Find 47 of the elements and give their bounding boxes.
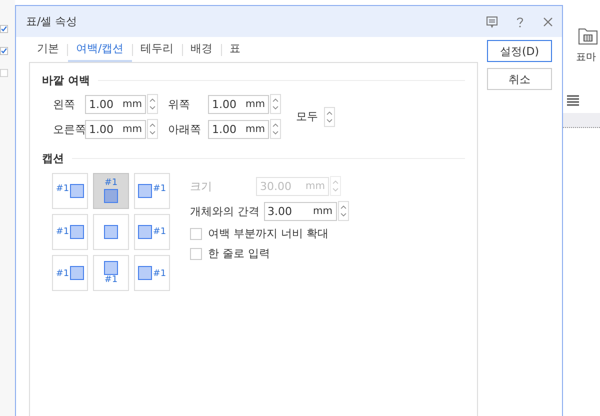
input-field[interactable]: 1.00 mm [208,120,269,138]
input-field[interactable]: 1.00 mm [85,94,146,114]
comment-icon[interactable] [486,16,498,28]
caption-position-option[interactable]: #1 [52,255,88,291]
input-field[interactable]: 3.00 mm [264,202,336,220]
lines-icon[interactable] [567,95,579,107]
window-title: 표/셀 속성 [26,14,78,29]
ribbon-label[interactable]: 표마 [576,50,596,64]
spinner-icon[interactable] [270,94,281,114]
field-label: 크기 [190,178,213,194]
caption-position-option[interactable]: #1 [52,173,88,209]
tab[interactable]: 테두리 [132,37,182,62]
spinner-icon[interactable] [338,201,348,221]
caption-position-option[interactable]: #1 [93,255,129,291]
caption-position-option[interactable]: #1 [134,173,170,209]
spinner-icon[interactable] [270,119,281,139]
checkbox-label: 여백 부분까지 너비 확대 [208,226,328,241]
field-label: 개체와의 간격 [190,204,260,218]
section-heading: 바깥 여백 [42,73,90,88]
spinner-icon[interactable] [324,106,335,126]
field-label: 오른쪽 [53,122,85,136]
caption-position-option[interactable]: #1 [52,214,88,250]
tab[interactable]: 기본 [29,37,67,62]
checkbox-label: 한 줄로 입력 [208,246,270,261]
spinner-icon[interactable] [147,94,158,114]
ruler [563,113,600,128]
tab[interactable]: 표 [222,37,249,62]
table-folder-icon[interactable] [578,27,598,45]
caption-position-option[interactable]: #1 [134,214,170,250]
spinner-icon[interactable] [147,119,158,139]
caption-position-option[interactable] [93,214,129,250]
caption-position-option[interactable]: #1 [134,255,170,291]
dialog-button[interactable]: 취소 [487,68,552,90]
tab[interactable]: 여백/캡션 [68,37,132,62]
checkbox[interactable] [190,248,202,260]
field-label: 모두 [296,109,318,124]
field-label: 위쪽 [168,96,191,112]
dialog-button[interactable]: 설정(D) [487,40,552,62]
checkbox[interactable] [190,228,202,240]
tab[interactable]: 배경 [182,37,221,62]
input-field[interactable]: 1.00 mm [208,94,269,114]
section-heading: 캡션 [42,151,64,166]
field-label: 왼쪽 [53,96,76,112]
help-icon[interactable] [514,16,526,28]
input-field[interactable]: 1.00 mm [85,120,146,138]
field-label: 아래쪽 [168,122,202,136]
close-icon[interactable] [542,16,554,28]
